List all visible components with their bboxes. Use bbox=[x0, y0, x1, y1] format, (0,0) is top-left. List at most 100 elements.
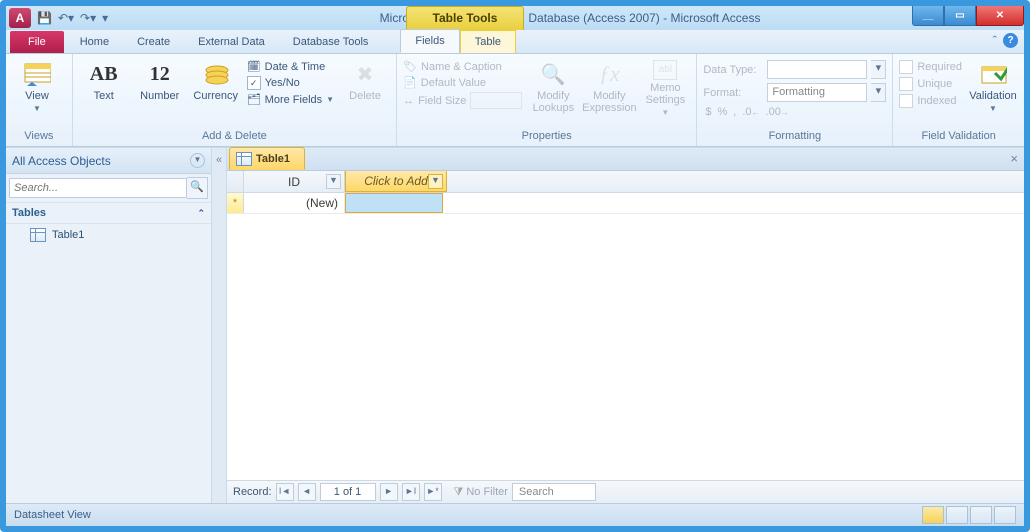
checkbox-icon: ✓ bbox=[247, 76, 261, 90]
data-type-label: Data Type: bbox=[703, 64, 763, 76]
value-icon: 📄 bbox=[403, 76, 417, 89]
minimize-ribbon-icon[interactable]: ˆ bbox=[993, 33, 997, 48]
tab-home[interactable]: Home bbox=[66, 31, 123, 53]
nav-filter-dropdown-icon[interactable]: ▼ bbox=[190, 153, 205, 168]
delete-button: ✖ Delete bbox=[340, 56, 390, 102]
validation-button[interactable]: Validation ▼ bbox=[968, 56, 1018, 113]
next-record-button[interactable]: ► bbox=[380, 483, 398, 501]
format-label: Format: bbox=[703, 87, 763, 99]
doc-close-icon[interactable]: × bbox=[1010, 151, 1018, 166]
filter-indicator[interactable]: ⧩No Filter bbox=[454, 486, 508, 499]
date-time-label: Date & Time bbox=[265, 61, 326, 73]
yes-no-label: Yes/No bbox=[265, 77, 300, 89]
cell-id-new[interactable]: (New) bbox=[244, 193, 345, 213]
table-icon bbox=[236, 152, 252, 166]
no-filter-label: No Filter bbox=[466, 486, 508, 498]
date-time-button[interactable]: 🗓Date & Time bbox=[247, 60, 334, 73]
tab-external-data[interactable]: External Data bbox=[184, 31, 279, 53]
currency-icon bbox=[202, 60, 230, 88]
modify-expression-label: Modify Expression bbox=[582, 90, 636, 114]
name-caption-button: 🏷Name & Caption bbox=[403, 60, 522, 73]
ribbon-tabs: File Home Create External Data Database … bbox=[6, 30, 1024, 54]
nav-search-input[interactable] bbox=[9, 178, 187, 198]
select-all-cell[interactable] bbox=[227, 171, 244, 192]
other-view-button-2[interactable] bbox=[994, 506, 1016, 524]
name-caption-label: Name & Caption bbox=[421, 61, 502, 73]
format-combo: Formatting bbox=[767, 83, 867, 102]
doc-tab-table1[interactable]: Table1 bbox=[229, 147, 305, 170]
indexed-checkbox: Indexed bbox=[899, 94, 962, 108]
nav-item-table1[interactable]: Table1 bbox=[6, 224, 211, 246]
field-size-button: ↔Field Size bbox=[403, 92, 522, 109]
ribbon: View ▼ Views AB Text 12 Number bbox=[6, 54, 1024, 147]
new-record-row[interactable]: * (New) bbox=[227, 193, 1024, 214]
redo-icon[interactable]: ↷▾ bbox=[80, 11, 96, 25]
text-icon: AB bbox=[90, 60, 118, 88]
other-view-button[interactable] bbox=[970, 506, 992, 524]
number-field-button[interactable]: 12 Number bbox=[135, 56, 185, 102]
nav-item-label: Table1 bbox=[52, 229, 84, 241]
default-value-label: Default Value bbox=[421, 77, 486, 89]
text-label: Text bbox=[94, 90, 114, 102]
memo-icon: abl bbox=[653, 60, 677, 80]
currency-label: Currency bbox=[193, 90, 238, 102]
nav-pane-title: All Access Objects bbox=[12, 154, 111, 168]
required-label: Required bbox=[917, 61, 962, 73]
tab-fields[interactable]: Fields bbox=[400, 29, 459, 53]
undo-icon[interactable]: ↶▾ bbox=[58, 11, 74, 25]
last-record-button[interactable]: ►I bbox=[402, 483, 420, 501]
size-icon: ↔ bbox=[403, 95, 414, 107]
minimize-button[interactable]: __ bbox=[912, 6, 944, 26]
column-dropdown-icon[interactable]: ▼ bbox=[428, 174, 443, 189]
doc-tab-label: Table1 bbox=[256, 149, 290, 169]
column-click-to-add[interactable]: Click to Add ▼ bbox=[345, 171, 447, 192]
cell-editing[interactable] bbox=[345, 193, 443, 213]
prev-record-button[interactable]: ◄ bbox=[298, 483, 316, 501]
column-id[interactable]: ID ▼ bbox=[244, 171, 345, 192]
datasheet-view-button[interactable] bbox=[922, 506, 944, 524]
nav-pane-header[interactable]: All Access Objects ▼ bbox=[6, 148, 211, 174]
dropdown-icon: ▼ bbox=[989, 104, 997, 113]
tab-file[interactable]: File bbox=[10, 31, 64, 53]
checkbox-icon bbox=[899, 94, 913, 108]
nav-group-tables[interactable]: Tables ⌃ bbox=[6, 203, 211, 224]
increase-decimals-button: .0← bbox=[742, 106, 759, 118]
window-title: MicrosoftAccessDatabase : Database (Acce… bbox=[228, 6, 912, 30]
group-validation-label: Field Validation bbox=[899, 128, 1018, 146]
quick-access-toolbar: 💾 ↶▾ ↷▾ ▾ bbox=[37, 6, 108, 30]
design-view-button[interactable] bbox=[946, 506, 968, 524]
qat-dropdown-icon[interactable]: ▾ bbox=[102, 11, 108, 25]
row-selector[interactable]: * bbox=[227, 193, 244, 213]
nav-collapse-bar[interactable]: « bbox=[212, 148, 227, 503]
validation-icon bbox=[979, 60, 1007, 88]
search-icon[interactable]: 🔍 bbox=[187, 177, 208, 199]
status-bar: Datasheet View bbox=[6, 503, 1024, 526]
close-button[interactable]: ✕ bbox=[976, 6, 1024, 26]
record-position[interactable]: 1 of 1 bbox=[320, 483, 376, 501]
currency-field-button[interactable]: Currency bbox=[191, 56, 241, 102]
datasheet-body[interactable] bbox=[227, 214, 1024, 480]
default-value-button: 📄 Default Value bbox=[403, 76, 522, 89]
column-add-label: Click to Add bbox=[364, 174, 428, 188]
unique-checkbox: Unique bbox=[899, 77, 962, 91]
tab-database-tools[interactable]: Database Tools bbox=[279, 31, 383, 53]
modify-lookups-label: Modify Lookups bbox=[528, 90, 578, 114]
tab-table[interactable]: Table bbox=[460, 30, 516, 53]
text-field-button[interactable]: AB Text bbox=[79, 56, 129, 102]
record-search-input[interactable]: Search bbox=[512, 483, 596, 501]
yes-no-button[interactable]: ✓ Yes/No bbox=[247, 76, 334, 90]
table-icon bbox=[30, 228, 46, 242]
help-icon[interactable]: ? bbox=[1003, 33, 1018, 48]
new-record-button[interactable]: ►* bbox=[424, 483, 442, 501]
status-view-label: Datasheet View bbox=[14, 509, 91, 521]
column-dropdown-icon[interactable]: ▼ bbox=[326, 174, 341, 189]
maximize-button[interactable]: ▭ bbox=[944, 6, 976, 26]
navigation-pane: All Access Objects ▼ 🔍 Tables ⌃ Table1 bbox=[6, 148, 212, 503]
save-icon[interactable]: 💾 bbox=[37, 11, 52, 25]
tab-create[interactable]: Create bbox=[123, 31, 184, 53]
first-record-button[interactable]: I◄ bbox=[276, 483, 294, 501]
view-button[interactable]: View ▼ bbox=[12, 56, 62, 113]
record-navigator: Record: I◄ ◄ 1 of 1 ► ►I ►* ⧩No Filter S… bbox=[227, 480, 1024, 503]
more-fields-button[interactable]: 🗂More Fields▼ bbox=[247, 93, 334, 106]
modify-expression-button: ƒx Modify Expression bbox=[584, 56, 634, 114]
